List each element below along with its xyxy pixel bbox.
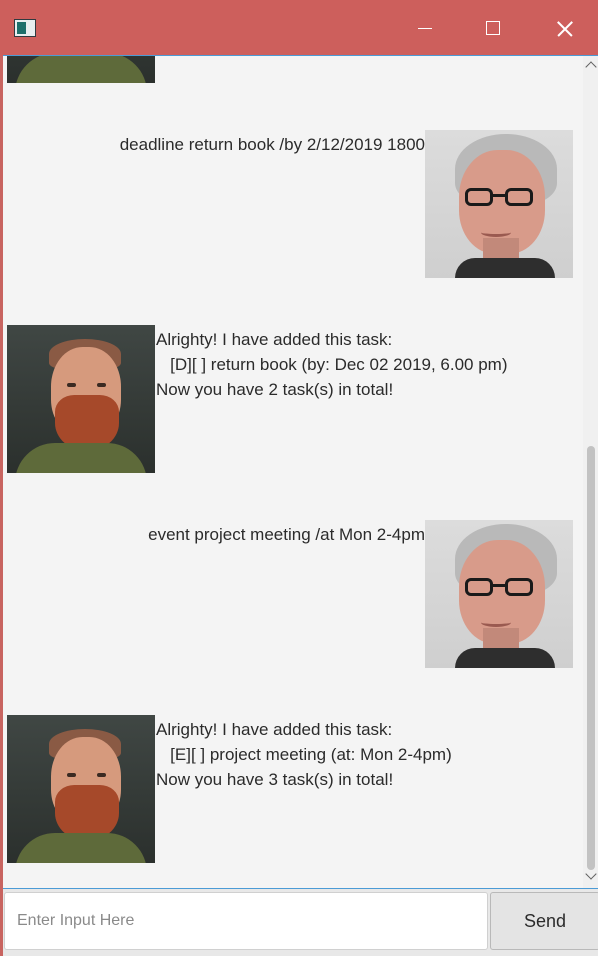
- user-message: deadline return book /by 2/12/2019 1800: [119, 135, 425, 154]
- user-avatar: [425, 130, 573, 278]
- maximize-icon[interactable]: [470, 0, 516, 56]
- send-button[interactable]: Send: [490, 892, 598, 950]
- close-icon[interactable]: [540, 0, 586, 56]
- app-window: deadline return book /by 2/12/2019 1800 …: [0, 0, 598, 956]
- scroll-up-icon[interactable]: [585, 61, 597, 73]
- user-avatar: [425, 520, 573, 668]
- input-bar: Send: [3, 888, 598, 956]
- minimize-icon[interactable]: [402, 0, 448, 56]
- bot-avatar: [7, 325, 155, 473]
- app-window-icon: [14, 19, 36, 37]
- bot-avatar: [7, 715, 155, 863]
- user-message: event project meeting /at Mon 2-4pm: [148, 525, 425, 544]
- bot-message: Alrighty! I have added this task: [E][ ]…: [156, 720, 452, 789]
- main-content: deadline return book /by 2/12/2019 1800 …: [3, 55, 598, 956]
- bot-message: Alrighty! I have added this task: [D][ ]…: [156, 330, 508, 399]
- title-bar[interactable]: [0, 0, 598, 56]
- bot-avatar: [7, 56, 155, 83]
- scrollbar-thumb[interactable]: [587, 446, 595, 870]
- user-input-field[interactable]: [4, 892, 488, 950]
- dialog-container[interactable]: deadline return book /by 2/12/2019 1800 …: [3, 56, 583, 888]
- scroll-down-icon[interactable]: [585, 868, 597, 880]
- vertical-scrollbar[interactable]: [583, 56, 598, 888]
